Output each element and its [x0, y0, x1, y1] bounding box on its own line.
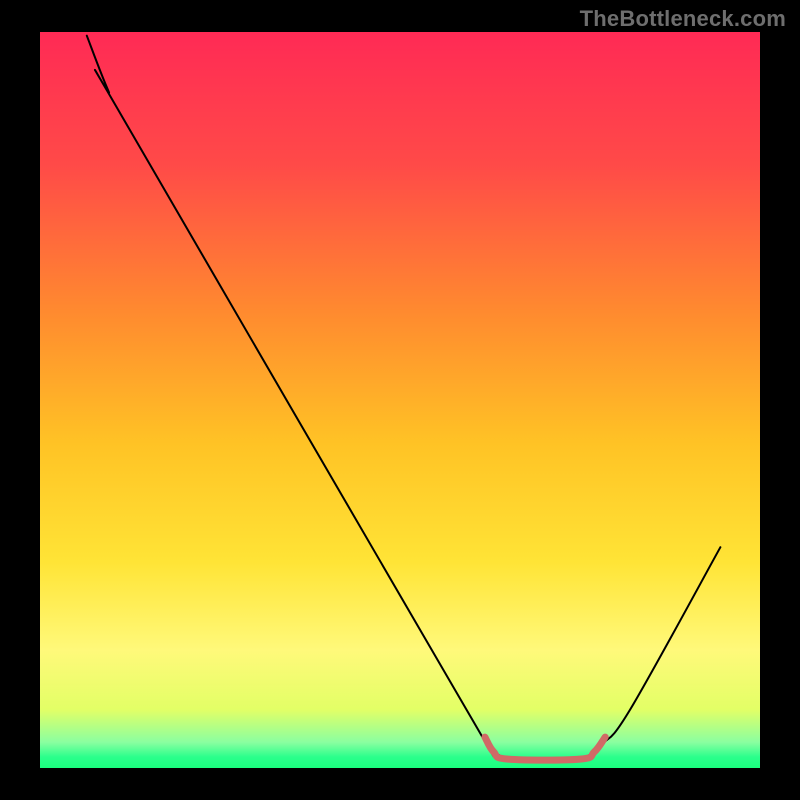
bottleneck-chart	[0, 0, 800, 800]
plot-background	[40, 32, 760, 768]
chart-container: TheBottleneck.com	[0, 0, 800, 800]
watermark-label: TheBottleneck.com	[580, 6, 786, 32]
